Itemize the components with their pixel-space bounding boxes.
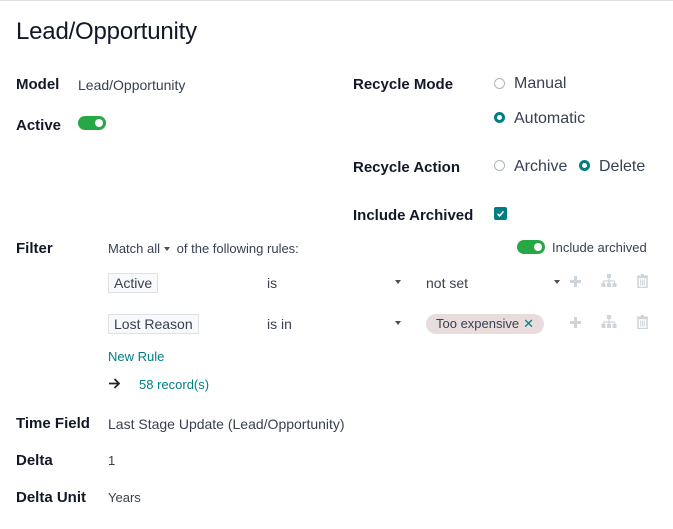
include-archived-filter-label: Include archived	[552, 240, 647, 255]
rule-2-branch-icon[interactable]	[601, 315, 617, 329]
radio-archive-label[interactable]: Archive	[514, 158, 567, 176]
model-label: Model	[16, 76, 60, 93]
radio-manual[interactable]	[494, 78, 505, 89]
rule-1-field[interactable]: Active	[108, 273, 159, 293]
radio-automatic[interactable]	[494, 112, 505, 123]
rule-2-tag-label: Too expensive	[436, 316, 520, 331]
match-mode-dropdown[interactable]: all	[147, 241, 173, 256]
page-title: Lead/Opportunity	[16, 18, 197, 45]
time-field-value: Last Stage Update (Lead/Opportunity)	[108, 416, 345, 432]
delta-unit-value: Years	[108, 490, 141, 505]
radio-automatic-label[interactable]: Automatic	[514, 110, 585, 128]
match-mode-value: all	[147, 241, 161, 256]
time-field-label: Time Field	[16, 415, 90, 432]
recycle-mode-label: Recycle Mode	[353, 76, 454, 93]
active-label: Active	[16, 117, 62, 134]
delta-value: 1	[108, 453, 116, 468]
radio-manual-label[interactable]: Manual	[514, 75, 566, 93]
caret-down-icon	[164, 246, 171, 251]
top-divider	[0, 0, 673, 1]
rule-1-operator[interactable]: is	[267, 275, 277, 291]
rule-2-operator[interactable]: is in	[267, 316, 292, 332]
rule-2-add-icon[interactable]	[569, 316, 582, 329]
rule-2-delete-icon[interactable]	[637, 315, 648, 329]
check-icon	[496, 210, 505, 217]
recycle-action-label: Recycle Action	[353, 159, 460, 176]
tag-remove-icon[interactable]: ✕	[523, 316, 534, 331]
radio-delete-label[interactable]: Delete	[599, 158, 645, 176]
records-count-link[interactable]: 58 record(s)	[139, 377, 209, 392]
active-toggle[interactable]	[78, 116, 106, 130]
arrow-right-icon	[109, 378, 121, 389]
filter-label: Filter	[16, 240, 53, 257]
delta-unit-label: Delta Unit	[16, 489, 87, 506]
delta-label: Delta	[16, 452, 53, 469]
radio-delete[interactable]	[579, 160, 590, 171]
include-archived-checkbox[interactable]	[494, 207, 507, 220]
rule-1-operator-caret-icon[interactable]	[395, 280, 401, 284]
rule-2-tag: Too expensive ✕	[426, 314, 545, 334]
include-archived-filter-toggle[interactable]	[517, 240, 545, 254]
rule-2-operator-caret-icon[interactable]	[395, 321, 401, 325]
radio-archive[interactable]	[494, 160, 505, 171]
rule-1-branch-icon[interactable]	[601, 274, 617, 288]
match-suffix: of the following rules:	[176, 241, 299, 256]
model-value: Lead/Opportunity	[78, 77, 186, 93]
rule-2-field[interactable]: Lost Reason	[108, 314, 199, 334]
match-prefix: Match	[108, 241, 144, 256]
match-line: Match all of the following rules:	[108, 241, 299, 256]
rule-1-value-caret-icon[interactable]	[554, 280, 560, 284]
rule-1-add-icon[interactable]	[569, 275, 582, 288]
new-rule-link[interactable]: New Rule	[108, 349, 164, 364]
rule-1-value[interactable]: not set	[426, 275, 468, 291]
include-archived-label: Include Archived	[353, 207, 474, 224]
rule-1-delete-icon[interactable]	[637, 274, 648, 288]
